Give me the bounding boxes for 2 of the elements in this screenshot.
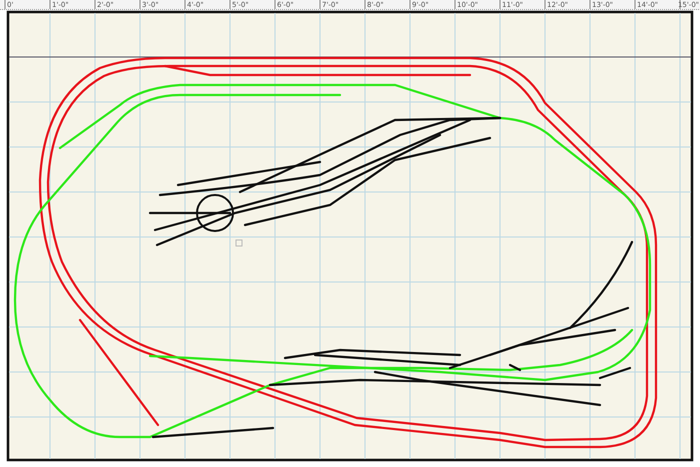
selection-handle[interactable] — [236, 240, 242, 246]
turntable[interactable] — [196, 194, 234, 232]
